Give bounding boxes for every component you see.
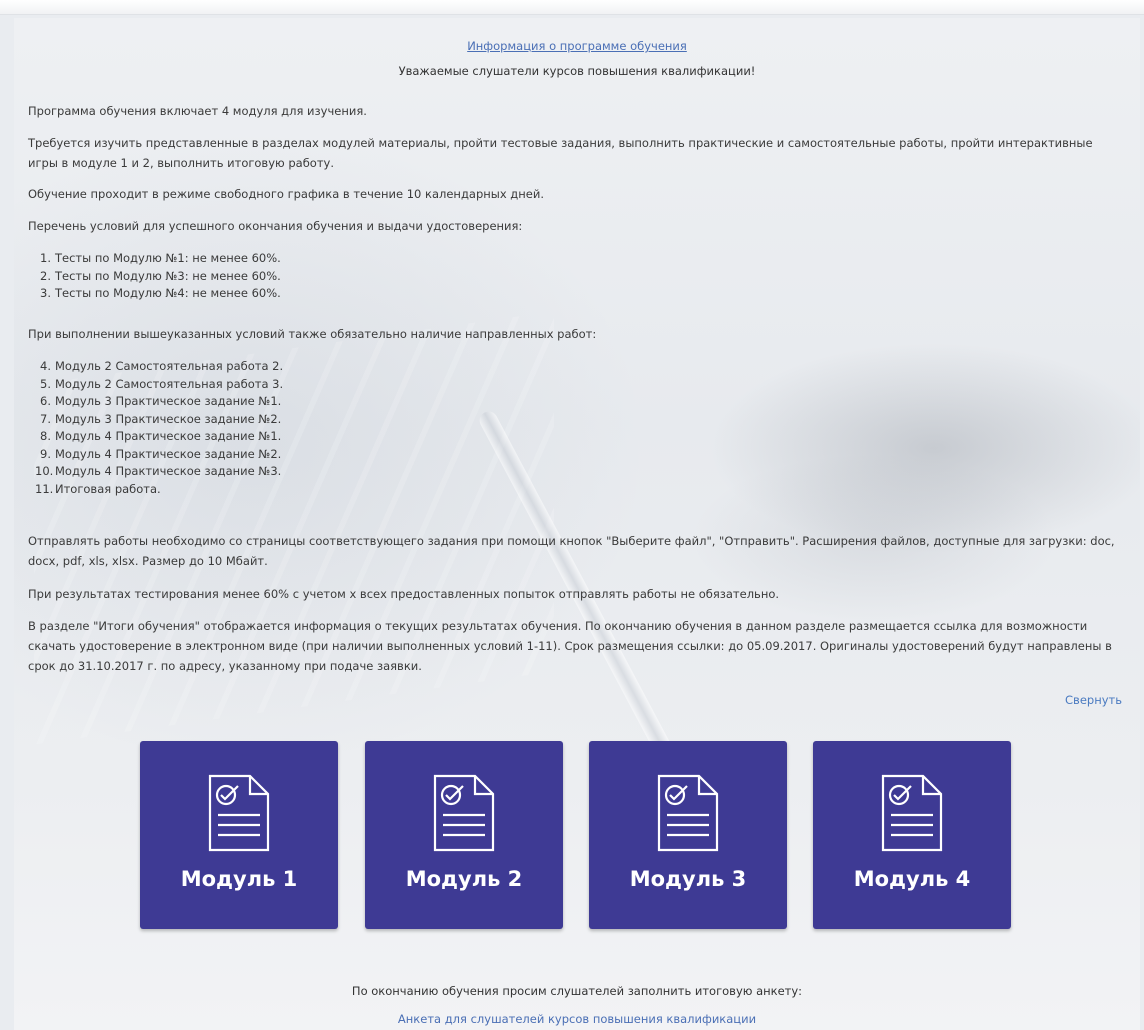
module-3-label: Модуль 3 xyxy=(629,867,747,891)
intro-paragraph-1: Программа обучения включает 4 модуля для… xyxy=(28,104,367,118)
intro-paragraph-3: Обучение проходит в режиме свободного гр… xyxy=(28,187,544,201)
intro-paragraph-4: Перечень условий для успешного окончания… xyxy=(28,219,523,233)
module-1-tile[interactable]: Модуль 1 xyxy=(140,741,338,929)
module-4-tile[interactable]: Модуль 4 xyxy=(813,741,1011,929)
document-check-icon xyxy=(208,774,270,852)
browser-top-strip xyxy=(0,0,1144,15)
conditions-list: 1. Тесты по Модулю №1: не менее 60%. 2. Те… xyxy=(28,250,281,303)
list-item: 5. Модуль 2 Самостоятельная работа 3. xyxy=(40,376,284,391)
module-1-label: Модуль 1 xyxy=(180,867,298,891)
document-check-icon xyxy=(433,774,495,852)
list-item: 6. Модуль 3 Практическое задание №1. xyxy=(40,394,282,408)
works-list: 4. Модуль 2 Самостоятельная работа 2. 5. М… xyxy=(28,358,283,498)
survey-link[interactable]: Анкета для слушателей курсов повышения к… xyxy=(14,1012,1140,1026)
course-info-page: Информация о программе обучения Уважаемы… xyxy=(14,18,1140,1030)
module-3-tile[interactable]: Модуль 3 xyxy=(589,741,787,929)
works-intro-text: При выполнении вышеуказанных условий так… xyxy=(28,327,597,341)
list-item: 8. Модуль 4 Практическое задание №1. xyxy=(40,429,282,443)
collapse-link[interactable]: Свернуть xyxy=(1065,693,1122,707)
module-2-label: Модуль 2 xyxy=(405,867,523,891)
module-2-tile[interactable]: Модуль 2 xyxy=(365,741,563,929)
list-item: 10. Модуль 4 Практическое задание №3. xyxy=(35,464,282,478)
module-4-label: Модуль 4 xyxy=(853,867,971,891)
survey-prompt-text: По окончанию обучения просим слушателей … xyxy=(351,984,803,998)
document-check-icon xyxy=(881,774,943,852)
program-info-link[interactable]: Информация о программе обучения xyxy=(14,39,1140,53)
list-item: 9. Модуль 4 Практическое задание №2. xyxy=(40,446,282,461)
notes-paragraph-3: В разделе "Итоги обучения" отображается … xyxy=(28,619,1112,673)
list-item: 4. Модуль 2 Самостоятельная работа 2. xyxy=(40,359,284,373)
list-item: 1. Тесты по Модулю №1: не менее 60%. xyxy=(40,251,281,265)
greeting-text: Уважаемые слушатели курсов повышения ква… xyxy=(398,64,756,78)
list-item: 3. Тесты по Модулю №4: не менее 60%. xyxy=(40,286,281,300)
notes-paragraph-1: Отправлять работы необходимо со страницы… xyxy=(28,534,1115,568)
notes-paragraph-2: При результатах тестирования менее 60% с… xyxy=(28,587,780,601)
list-item: 7. Модуль 3 Практическое задание №2. xyxy=(40,411,282,426)
list-item: 2. Тесты по Модулю №3: не менее 60%. xyxy=(40,268,281,283)
intro-paragraph-2: Требуется изучить представленные в разде… xyxy=(28,136,1093,170)
document-check-icon xyxy=(657,774,719,852)
list-item: 11. Итоговая работа. xyxy=(35,481,161,496)
module-tiles: Модуль 1 Модуль 2 Модуль 3 Модуль 4 xyxy=(140,741,1020,931)
